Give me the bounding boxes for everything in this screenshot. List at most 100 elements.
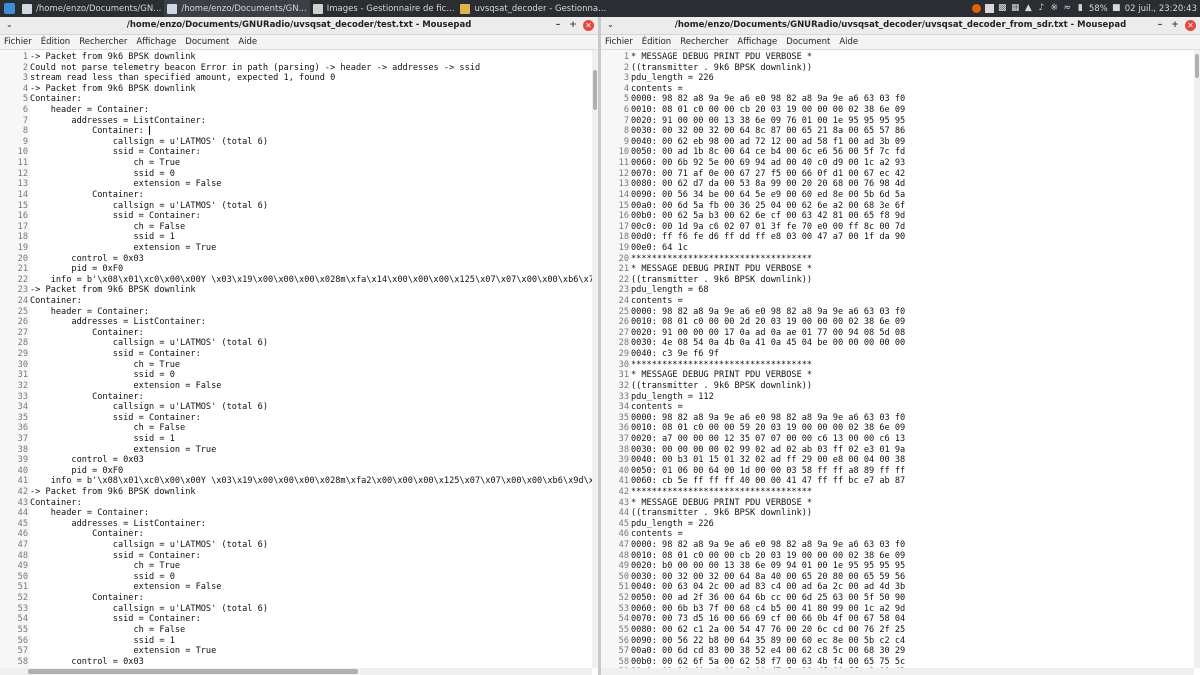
scroll-thumb[interactable] [1195,54,1199,78]
minimize-icon[interactable]: – [553,19,563,31]
close-icon[interactable]: ✕ [1185,19,1196,31]
code-line[interactable]: contents = [631,529,1194,540]
taskbar-task[interactable]: uvsqsat_decoder - Gestionna... [457,0,609,17]
code-line[interactable]: Container: [30,94,592,105]
code-line[interactable]: ssid = 0 [30,370,592,381]
code-line[interactable]: extension = True [30,646,592,657]
code-line[interactable]: 0020: 91 00 00 00 13 38 6e 09 76 01 00 1… [631,116,1194,127]
code-line[interactable]: extension = False [30,582,592,593]
code-line[interactable]: 0030: 00 32 00 32 00 64 8a 40 00 65 20 8… [631,572,1194,583]
scroll-thumb[interactable] [593,70,597,110]
code-line[interactable]: ssid = 1 [30,232,592,243]
code-line[interactable]: 0030: 00 32 00 32 00 64 8c 87 00 65 21 8… [631,126,1194,137]
minimize-icon[interactable]: – [1155,19,1165,31]
menu-item[interactable]: Document [786,37,830,47]
code-line[interactable]: * MESSAGE DEBUG PRINT PDU VERBOSE * [631,264,1194,275]
horizontal-scrollbar[interactable] [0,668,592,675]
code-line[interactable]: Container: [30,190,592,201]
code-line[interactable]: 0020: a7 00 00 00 12 35 07 07 00 00 c6 1… [631,434,1194,445]
code-line[interactable]: 0050: 00 ad 1b 8c 00 64 ce b4 00 6c e6 5… [631,147,1194,158]
code-line[interactable]: 0050: 00 ad 2f 36 00 64 6b cc 00 6d 25 6… [631,593,1194,604]
code-line[interactable]: * MESSAGE DEBUG PRINT PDU VERBOSE * [631,370,1194,381]
bluetooth-icon[interactable]: ※ [1050,4,1059,13]
code-line[interactable]: 0010: 08 01 c0 00 00 2d 20 03 19 00 00 0… [631,317,1194,328]
code-line[interactable]: contents = [631,84,1194,95]
code-line[interactable]: ssid = Container: [30,413,592,424]
menu-item[interactable]: Document [185,37,229,47]
code-line[interactable]: pid = 0xF0 [30,466,592,477]
battery-icon[interactable]: ▮ [1076,4,1085,13]
code-line[interactable]: extension = True [30,445,592,456]
code-line[interactable]: pdu_length = 112 [631,392,1194,403]
code-line[interactable]: 0060: 00 6b 92 5e 00 69 94 ad 00 40 c0 d… [631,158,1194,169]
code-line[interactable]: 0060: 00 6b b3 7f 00 68 c4 b5 00 41 80 9… [631,604,1194,615]
code-line[interactable]: 0010: 08 01 c0 00 00 cb 20 03 19 00 00 0… [631,105,1194,116]
code-line[interactable]: callsign = u'LATMOS' (total 6) [30,540,592,551]
menu-item[interactable]: Édition [41,37,70,47]
menu-item[interactable]: Aide [839,37,858,47]
code-line[interactable]: stream read less than specified amount, … [30,73,592,84]
code-line[interactable]: * MESSAGE DEBUG PRINT PDU VERBOSE * [631,498,1194,509]
code-line[interactable]: Container: [30,296,592,307]
code-line[interactable]: ((transmitter . 9k6 BPSK downlink)) [631,381,1194,392]
code-line[interactable]: Container: [30,392,592,403]
text-editor[interactable]: 1 2 3 4 5 6 7 8 9 10 11 12 13 14 15 16 17 18 19 20 21 22 23 24 2… [0,50,592,668]
firefox-icon[interactable] [971,4,981,13]
titlebar[interactable]: ⌄ /home/enzo/Documents/GNURadio/uvsqsat_… [601,17,1200,35]
code-line[interactable]: *********************************** [631,254,1194,265]
code-line[interactable]: ch = True [30,360,592,371]
code-line[interactable]: 0000: 98 82 a8 9a 9e a6 e0 98 82 a8 9a 9… [631,307,1194,318]
code-line[interactable]: callsign = u'LATMOS' (total 6) [30,338,592,349]
code-line[interactable]: 0040: 00 62 eb 98 00 ad 72 12 00 ad 58 f… [631,137,1194,148]
code-line[interactable]: ssid = 0 [30,169,592,180]
code-line[interactable]: ssid = 1 [30,434,592,445]
code-line[interactable]: 0000: 98 82 a8 9a 9e a6 e0 98 82 a8 9a 9… [631,540,1194,551]
code-line[interactable]: header = Container: [30,508,592,519]
menu-item[interactable]: Édition [642,37,671,47]
code-line[interactable]: ssid = Container: [30,211,592,222]
code-line[interactable]: callsign = u'LATMOS' (total 6) [30,402,592,413]
code-line[interactable]: header = Container: [30,105,592,116]
code-line[interactable]: 0070: 00 73 d5 16 00 66 69 cf 00 66 0b 4… [631,614,1194,625]
code-line[interactable]: info = b'\x08\x01\xc0\x00\x00Y \x03\x19\… [30,476,592,487]
code-line[interactable]: 0050: 01 06 00 64 00 1d 00 00 03 58 ff f… [631,466,1194,477]
code-line[interactable]: 0000: 98 82 a8 9a 9e a6 e0 98 82 a8 9a 9… [631,413,1194,424]
code-line[interactable]: -> Packet from 9k6 BPSK downlink [30,487,592,498]
code-line[interactable]: * MESSAGE DEBUG PRINT PDU VERBOSE * [631,52,1194,63]
code-line[interactable]: 00b0: 00 62 6f 5a 00 62 58 f7 00 63 4b f… [631,657,1194,668]
code-line[interactable]: pdu_length = 226 [631,73,1194,84]
code-line[interactable]: contents = [631,296,1194,307]
code-line[interactable]: 00e0: 64 1c [631,243,1194,254]
maximize-icon[interactable]: + [568,19,578,31]
code-line[interactable]: ssid = Container: [30,551,592,562]
code-line[interactable]: ((transmitter . 9k6 BPSK downlink)) [631,63,1194,74]
code-line[interactable]: *********************************** [631,487,1194,498]
code-line[interactable]: 0010: 08 01 c0 00 00 cb 20 03 19 00 00 0… [631,551,1194,562]
code-line[interactable]: 0030: 4e 08 54 0a 4b 0a 41 0a 45 04 be 0… [631,338,1194,349]
code-line[interactable]: ch = True [30,561,592,572]
code-line[interactable]: control = 0x03 [30,657,592,668]
notification-icon[interactable]: ▲ [1024,4,1033,13]
code-line[interactable]: pid = 0xF0 [30,264,592,275]
code-line[interactable]: control = 0x03 [30,254,592,265]
code-line[interactable]: callsign = u'LATMOS' (total 6) [30,201,592,212]
code-line[interactable]: ch = True [30,158,592,169]
code-line[interactable]: ((transmitter . 9k6 BPSK downlink)) [631,508,1194,519]
code-line[interactable]: ssid = Container: [30,614,592,625]
code-line[interactable]: callsign = u'LATMOS' (total 6) [30,604,592,615]
code-line[interactable]: addresses = ListContainer: [30,116,592,127]
code-line[interactable]: 00a0: 00 6d cd 83 00 38 52 e4 00 62 c8 5… [631,646,1194,657]
code-line[interactable]: contents = [631,402,1194,413]
app-menu-icon[interactable] [4,3,15,14]
code-line[interactable]: Container: [30,498,592,509]
folder-icon[interactable] [984,4,994,13]
close-icon[interactable]: ✕ [583,19,594,31]
menu-item[interactable]: Aide [238,37,257,47]
code-line[interactable]: Container: [30,593,592,604]
code-line[interactable]: 00c0: 00 1d 9a c6 02 07 01 3f fe 70 e0 0… [631,222,1194,233]
network-icon[interactable]: ≈ [1063,4,1072,13]
code-line[interactable]: ssid = Container: [30,147,592,158]
menu-item[interactable]: Fichier [605,37,633,47]
menu-item[interactable]: Rechercher [680,37,728,47]
code-line[interactable]: 0000: 98 82 a8 9a 9e a6 e0 98 82 a8 9a 9… [631,94,1194,105]
